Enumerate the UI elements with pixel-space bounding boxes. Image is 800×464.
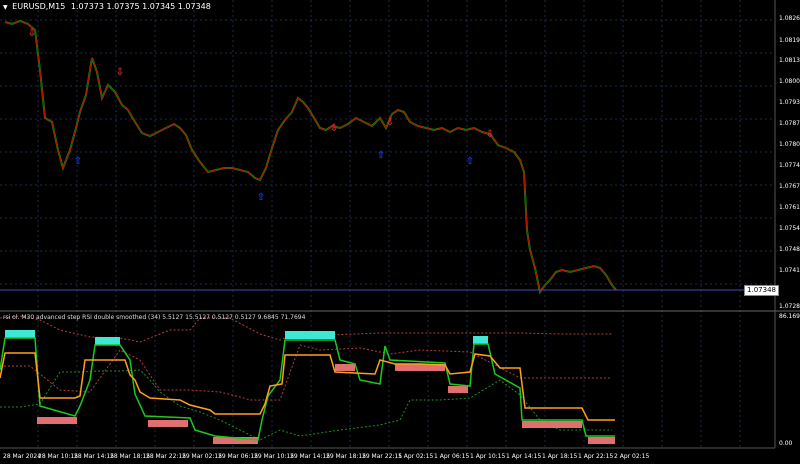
indicator-axis-top: 86.1694 [779,313,800,320]
indicator-title: rsi ol. M30 advanced step RSI double smo… [3,314,306,321]
time-label: 1 Apr 22:15 [578,453,614,460]
price-label: 1.07545 [779,225,800,232]
price-label: 1.07870 [779,120,800,127]
current-price-tag: 1.07348 [744,285,779,296]
price-label: 1.07610 [779,204,800,211]
price-label: 1.08195 [779,37,800,44]
signal-up-icon: ⇧ [74,156,82,167]
signal-down-icon: ⇩ [116,67,124,78]
time-axis: 28 Mar 2024 28 Mar 10:15 28 Mar 14:15 28… [0,451,775,463]
signal-up-icon: ⇧ [466,156,474,167]
price-label: 1.07740 [779,162,800,169]
time-label: 29 Mar 22:15 [362,453,403,460]
time-label: 28 Mar 18:15 [110,453,151,460]
price-label: 1.08130 [779,57,800,64]
price-label: 1.07935 [779,99,800,106]
symbol-label: EURUSD,M15 [12,2,66,11]
indicator-bands [5,330,615,444]
price-label: 1.07285 [779,303,800,310]
time-label: 29 Mar 18:15 [326,453,367,460]
time-label: 1 Apr 14:15 [506,453,542,460]
signal-down-icon: ⇩ [386,117,394,128]
indicator-axis-bottom: 0.00 [779,440,793,447]
price-label: 1.07675 [779,183,800,190]
signal-down-icon: ⇩ [28,28,36,39]
time-label: 29 Mar 06:15 [218,453,259,460]
time-label: 1 Apr 06:15 [434,453,470,460]
triangle-down-icon[interactable]: ▼ [3,4,8,11]
time-label: 2 Apr 02:15 [614,453,650,460]
signal-down-icon: ⇩ [486,129,494,140]
ohlc-readout: 1.07373 1.07375 1.07345 1.07348 [70,2,211,11]
price-label: 1.07415 [779,267,800,274]
time-label: 28 Mar 22:15 [146,453,187,460]
signal-up-icon: ⇧ [377,150,385,161]
signal-up-icon: ⇧ [257,192,265,203]
time-label: 29 Mar 02:15 [182,453,223,460]
time-label: 1 Apr 10:15 [470,453,506,460]
chart-canvas: ⇩ ⇩ ⇩ ⇩ ⇩ ⇧ ⇧ ⇧ ⇧ [0,0,800,449]
price-label: 1.08260 [779,15,800,22]
time-label: 1 Apr 02:15 [398,453,434,460]
time-label: 28 Mar 14:15 [74,453,115,460]
time-label: 29 Mar 14:15 [290,453,331,460]
time-label: 28 Mar 10:15 [38,453,79,460]
price-label: 1.07480 [779,246,800,253]
price-axis: 1.08260 1.08195 1.08130 1.08000 1.07935 … [779,0,800,311]
price-label: 1.07805 [779,141,800,148]
time-label: 28 Mar 2024 [3,453,42,460]
signal-down-icon: ⇩ [330,123,338,134]
time-label: 29 Mar 10:15 [254,453,295,460]
chart-header: ▼ EURUSD,M15 1.07373 1.07375 1.07345 1.0… [3,3,211,12]
price-label: 1.08000 [779,78,800,85]
time-label: 1 Apr 18:15 [542,453,578,460]
